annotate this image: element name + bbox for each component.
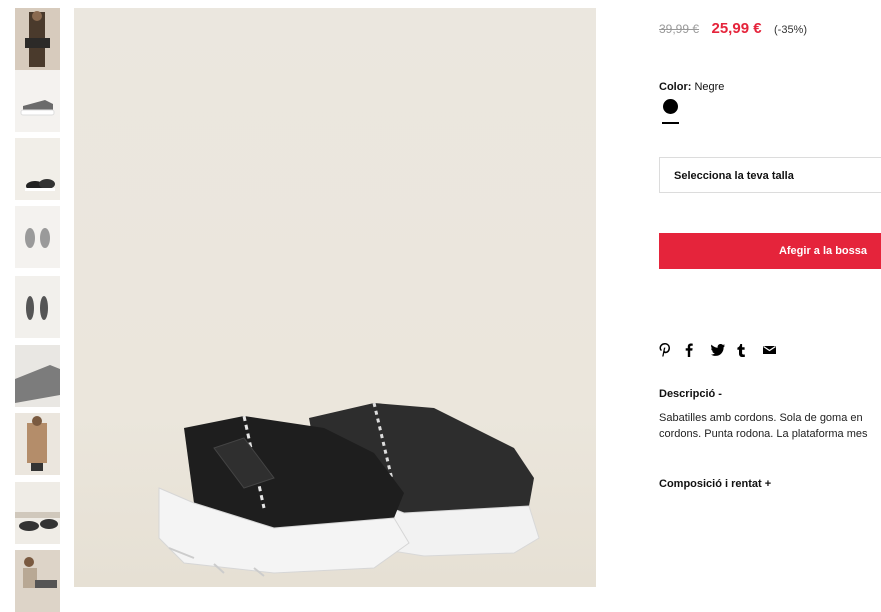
thumbnail-9[interactable] bbox=[15, 550, 60, 612]
description-line: cordons. Punta rodona. La plataforma mes bbox=[659, 428, 868, 440]
thumbnail-8[interactable] bbox=[15, 482, 60, 544]
thumbnail-3[interactable] bbox=[15, 138, 60, 200]
color-value: Negre bbox=[694, 81, 725, 93]
product-info-panel: 39,99 € 25,99 € (-35%) Color: Negre Sele… bbox=[659, 0, 881, 587]
old-price: 39,99 € bbox=[659, 22, 700, 36]
color-label: Color: bbox=[659, 81, 692, 93]
price-row: 39,99 € 25,99 € (-35%) bbox=[659, 20, 807, 38]
description-text: Sabatilles amb cordons. Sola de goma en … bbox=[659, 410, 881, 442]
thumbnail-5[interactable] bbox=[15, 276, 60, 338]
description-line: Sabatilles amb cordons. Sola de goma en bbox=[659, 412, 863, 424]
main-product-image bbox=[74, 8, 596, 587]
size-select[interactable]: Selecciona la teva talla bbox=[659, 157, 881, 193]
description-title[interactable]: Descripció - bbox=[659, 388, 722, 400]
selected-swatch-indicator bbox=[662, 122, 679, 124]
facebook-icon[interactable] bbox=[685, 342, 711, 358]
composition-toggle[interactable]: Composició i rentat + bbox=[659, 478, 771, 490]
color-info: Color: Negre bbox=[659, 81, 724, 93]
thumbnail-7[interactable] bbox=[15, 413, 60, 475]
add-to-bag-button[interactable]: Afegir a la bossa bbox=[659, 233, 881, 269]
twitter-icon[interactable] bbox=[711, 342, 737, 358]
discount-badge: (-35%) bbox=[774, 24, 808, 36]
thumbnail-1[interactable] bbox=[15, 8, 60, 70]
thumbnail-6[interactable] bbox=[15, 345, 60, 407]
email-icon[interactable] bbox=[763, 342, 789, 358]
color-swatch-black[interactable] bbox=[663, 99, 678, 114]
thumbnail-2[interactable] bbox=[15, 70, 60, 132]
pinterest-icon[interactable] bbox=[659, 342, 685, 358]
share-icons bbox=[659, 342, 789, 358]
tumblr-icon[interactable] bbox=[737, 342, 763, 358]
thumbnail-4[interactable] bbox=[15, 206, 60, 268]
sale-price: 25,99 € bbox=[711, 20, 762, 37]
